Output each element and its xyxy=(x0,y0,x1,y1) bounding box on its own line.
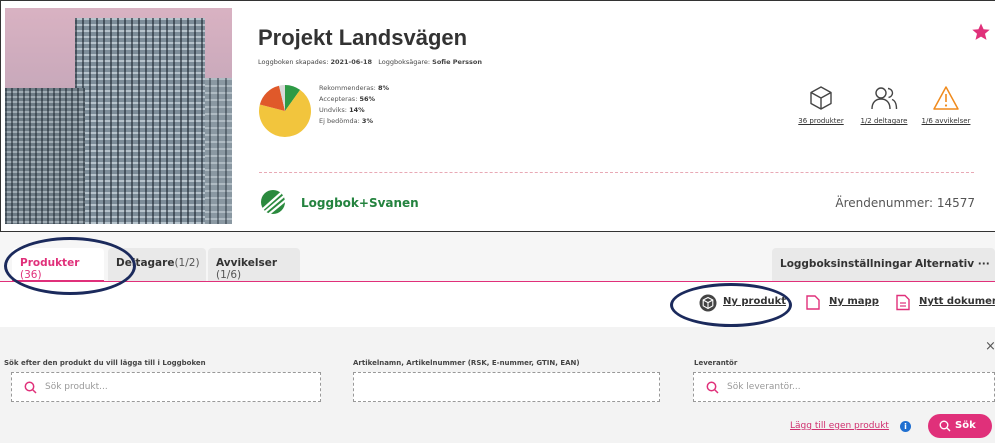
cube-icon xyxy=(810,86,832,110)
supplier-search-input[interactable]: Sök leverantör... xyxy=(693,372,995,402)
product-search-input[interactable]: Sök produkt... xyxy=(11,372,321,402)
tab-bar: Produkter (36) Deltagare(1/2) Avvikelser… xyxy=(0,232,995,282)
add-own-product-link[interactable]: Lägg till egen produkt xyxy=(790,421,889,431)
project-header-card: Projekt Landsvägen Loggboken skapades: 2… xyxy=(0,0,995,232)
annotation-oval-new-product xyxy=(670,283,792,327)
certification-label: Loggbok+Svanen xyxy=(301,196,419,210)
svanen-logo-icon xyxy=(261,190,287,215)
info-icon[interactable]: i xyxy=(900,421,911,432)
participants-stat-link[interactable]: 1/2 deltagare xyxy=(853,85,915,125)
favorite-star-icon[interactable] xyxy=(971,22,991,42)
document-icon xyxy=(896,294,910,311)
tab-underline xyxy=(0,281,995,282)
new-folder-button[interactable]: Ny mapp xyxy=(805,295,879,310)
search-icon xyxy=(24,381,37,394)
folder-icon xyxy=(806,295,820,310)
legend-item: Undviks: 14% xyxy=(319,106,365,114)
article-search-label: Artikelnamn, Artikelnummer (RSK, E-numme… xyxy=(353,359,580,367)
products-stat-link[interactable]: 36 produkter xyxy=(791,85,851,125)
project-cover-image xyxy=(5,8,232,224)
divider xyxy=(259,172,974,173)
warning-icon xyxy=(933,86,959,110)
users-icon xyxy=(871,87,898,110)
article-search-input[interactable] xyxy=(353,372,660,402)
deviations-stat-link[interactable]: 1/6 avvikelser xyxy=(914,85,978,125)
new-document-button[interactable]: Nytt dokument xyxy=(895,294,995,311)
annotation-oval-products-tab xyxy=(4,237,136,295)
search-submit-button[interactable]: Sök xyxy=(928,414,992,438)
case-number: Ärendenummer: 14577 xyxy=(835,196,975,210)
project-meta: Loggboken skapades: 2021-06-18 Loggboksä… xyxy=(258,58,482,66)
tab-avvikelser[interactable]: Avvikelser (1/6) xyxy=(208,248,300,282)
logbook-settings-button[interactable]: Loggboksinställningar xyxy=(780,258,912,270)
supplier-search-label: Leverantör xyxy=(694,359,738,367)
alternatives-menu-button[interactable]: Alternativ ··· xyxy=(915,258,990,270)
project-title: Projekt Landsvägen xyxy=(258,25,468,50)
product-search-label: Sök efter den produkt du vill lägga till… xyxy=(4,359,206,367)
assessment-pie-chart xyxy=(259,85,311,137)
legend-item: Accepteras: 56% xyxy=(319,95,376,103)
legend-item: Rekommenderas: 8% xyxy=(319,84,389,92)
assessment-legend: Rekommenderas: 8% Accepteras: 56% Undvik… xyxy=(319,83,389,127)
search-icon xyxy=(706,381,719,394)
legend-item: Ej bedömda: 3% xyxy=(319,117,373,125)
toolbar-right: Loggboksinställningar Alternativ ··· xyxy=(772,248,995,282)
close-icon[interactable]: × xyxy=(985,339,995,354)
search-icon xyxy=(939,420,951,432)
